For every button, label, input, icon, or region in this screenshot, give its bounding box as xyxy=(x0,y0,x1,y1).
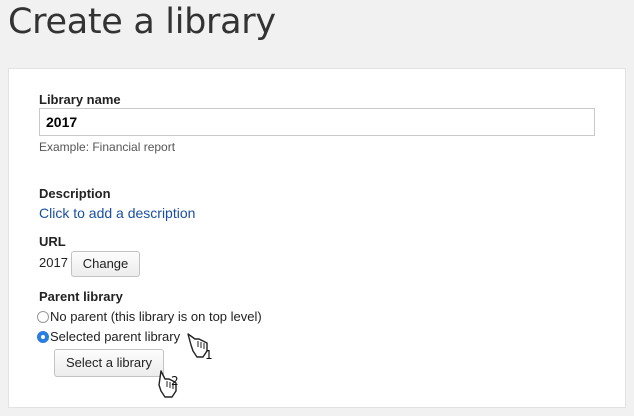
parent-library-label: Parent library xyxy=(39,289,123,304)
selected-parent-radio[interactable] xyxy=(37,330,49,343)
library-name-input[interactable] xyxy=(39,108,595,136)
callout-number: 1 xyxy=(205,348,213,361)
page-title: Create a library xyxy=(8,2,276,42)
create-library-form: Library name Example: Financial report D… xyxy=(8,68,626,408)
no-parent-option[interactable]: No parent (this library is on top level) xyxy=(37,309,262,324)
select-library-button[interactable]: Select a library xyxy=(54,349,164,377)
pointing-hand-icon: 2 xyxy=(158,370,179,398)
library-name-hint: Example: Financial report xyxy=(39,140,176,154)
library-name-label: Library name xyxy=(39,92,121,107)
no-parent-label: No parent (this library is on top level) xyxy=(50,309,262,324)
url-label: URL xyxy=(39,234,66,249)
add-description-link[interactable]: Click to add a description xyxy=(39,205,195,221)
selected-parent-option[interactable]: Selected parent library xyxy=(37,329,180,344)
change-url-button[interactable]: Change xyxy=(71,251,140,277)
url-value: 2017 xyxy=(39,255,68,270)
description-label: Description xyxy=(39,186,111,201)
pointing-hand-icon: 1 xyxy=(187,333,213,361)
no-parent-radio[interactable] xyxy=(37,310,49,323)
callout-number: 2 xyxy=(171,374,179,388)
selected-parent-label: Selected parent library xyxy=(50,329,181,344)
